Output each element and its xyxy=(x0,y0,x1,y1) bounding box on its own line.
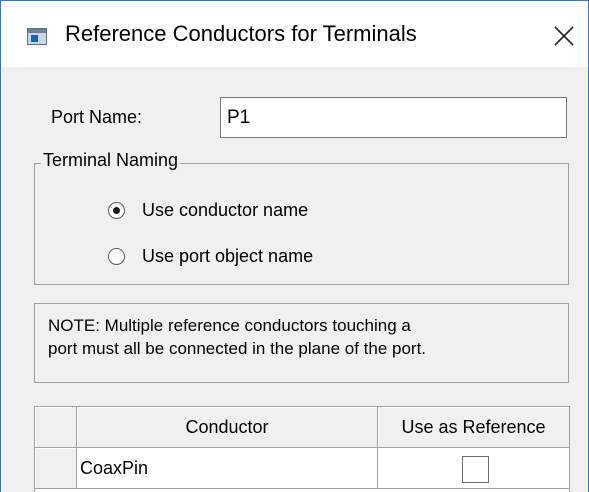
title-bar[interactable]: Reference Conductors for Terminals xyxy=(1,1,588,67)
use-as-reference-cell xyxy=(378,448,569,489)
radio-button-unchecked[interactable] xyxy=(108,247,125,265)
row-header-cell[interactable] xyxy=(35,448,77,489)
radio-use-conductor-name[interactable]: Use conductor name xyxy=(108,196,308,224)
grid-corner-cell[interactable] xyxy=(35,407,77,448)
note-line-2: port must all be connected in the plane … xyxy=(48,339,427,358)
port-name-label: Port Name: xyxy=(51,107,143,127)
radio-use-port-object-name[interactable]: Use port object name xyxy=(108,242,313,270)
conductor-cell[interactable]: CoaxPin xyxy=(77,448,378,489)
app-window-icon xyxy=(27,28,47,45)
column-header-conductor[interactable]: Conductor xyxy=(77,407,378,448)
close-button[interactable] xyxy=(541,15,585,55)
column-header-use-as-reference[interactable]: Use as Reference xyxy=(378,407,569,448)
table-row: CoaxPin xyxy=(35,448,569,489)
use-as-reference-checkbox[interactable] xyxy=(462,456,489,483)
dialog-window: Reference Conductors for Terminals Port … xyxy=(0,0,589,492)
terminal-naming-legend: Terminal Naming xyxy=(41,150,181,171)
note-box: NOTE: Multiple reference conductors touc… xyxy=(34,303,569,383)
conductor-grid: Conductor Use as Reference CoaxPin xyxy=(34,406,570,492)
window-title: Reference Conductors for Terminals xyxy=(65,21,417,46)
radio-label-use-port-object-name: Use port object name xyxy=(142,245,314,266)
note-line-1: NOTE: Multiple reference conductors touc… xyxy=(48,316,411,335)
radio-label-use-conductor-name: Use conductor name xyxy=(142,199,309,220)
radio-button-checked[interactable] xyxy=(108,201,125,219)
grid-header-row: Conductor Use as Reference xyxy=(35,407,569,448)
port-name-input[interactable] xyxy=(220,97,567,138)
close-icon xyxy=(554,26,574,46)
